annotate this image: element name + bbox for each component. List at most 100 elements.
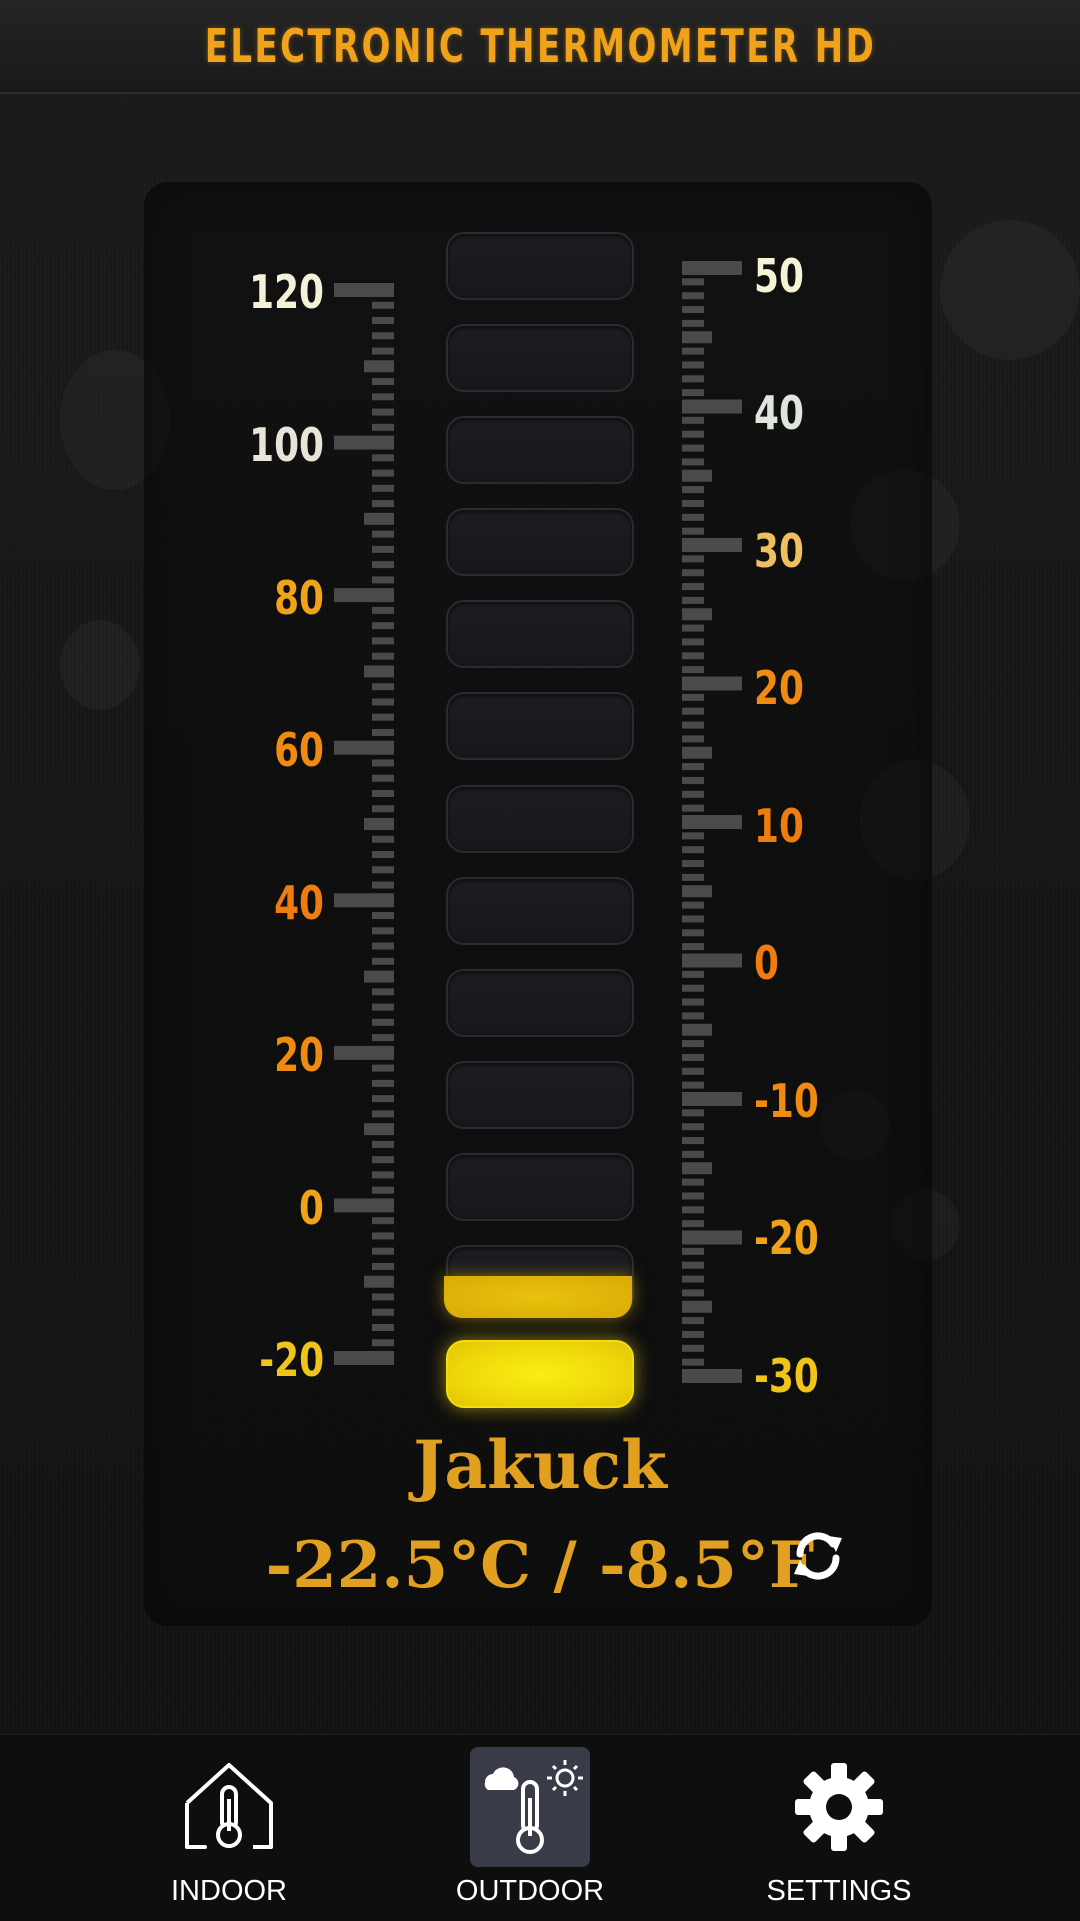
celsius-label-50: 50 [754, 249, 804, 303]
celsius-label-20: 20 [754, 661, 804, 715]
celsius-label-minus20: -20 [754, 1211, 819, 1265]
fahrenheit-tick [372, 378, 394, 386]
fahrenheit-tick [372, 317, 394, 325]
fahrenheit-tick [372, 927, 394, 935]
celsius-tick [682, 1230, 742, 1245]
celsius-tick [682, 469, 712, 482]
celsius-tick [682, 1261, 704, 1269]
celsius-tick [682, 583, 704, 591]
celsius-tick [682, 735, 704, 743]
fahrenheit-tick [334, 1045, 394, 1060]
fahrenheit-tick [372, 1171, 394, 1179]
celsius-tick [682, 1081, 704, 1089]
thermo-segment [446, 785, 634, 853]
fahrenheit-tick [372, 698, 394, 706]
celsius-tick [682, 693, 704, 701]
refresh-icon[interactable] [790, 1528, 846, 1584]
celsius-tick [682, 846, 704, 854]
celsius-tick [682, 1067, 704, 1075]
celsius-tick [682, 444, 704, 452]
celsius-tick [682, 970, 704, 978]
celsius-tick [682, 361, 704, 369]
fahrenheit-tick [372, 1217, 394, 1225]
fahrenheit-label-80: 80 [274, 571, 324, 625]
fahrenheit-tick [334, 893, 394, 908]
fahrenheit-tick [372, 683, 394, 691]
fahrenheit-tick [334, 435, 394, 450]
celsius-tick [682, 278, 704, 286]
fahrenheit-tick [372, 957, 394, 965]
celsius-tick [682, 998, 704, 1006]
fahrenheit-tick [364, 970, 394, 983]
celsius-tick [682, 707, 704, 715]
fahrenheit-tick [372, 789, 394, 797]
fahrenheit-tick [372, 347, 394, 355]
celsius-tick [682, 676, 742, 691]
celsius-tick [682, 1289, 704, 1297]
celsius-tick [682, 1137, 704, 1145]
fahrenheit-tick [372, 851, 394, 859]
thermo-segment-partial-fill [444, 1276, 632, 1318]
fahrenheit-label-100: 100 [249, 418, 324, 472]
celsius-tick [682, 1053, 704, 1061]
celsius-tick [682, 915, 704, 923]
fahrenheit-tick [334, 1351, 394, 1365]
celsius-tick [682, 569, 704, 577]
house-thermometer-icon [185, 1763, 273, 1849]
fahrenheit-tick [372, 1293, 394, 1301]
celsius-label-10: 10 [754, 799, 804, 853]
fahrenheit-tick [372, 728, 394, 736]
fahrenheit-tick [364, 1275, 394, 1288]
fahrenheit-tick [372, 866, 394, 874]
fahrenheit-tick [372, 1140, 394, 1148]
thermo-segment [446, 1153, 634, 1221]
nav-settings[interactable]: SETTINGS [729, 1735, 949, 1921]
fahrenheit-tick [334, 1198, 394, 1213]
celsius-tick [682, 1358, 704, 1366]
celsius-tick [682, 638, 704, 646]
fahrenheit-tick [372, 759, 394, 767]
thermo-segment [446, 324, 634, 392]
celsius-tick [682, 458, 704, 466]
celsius-tick [682, 1092, 742, 1106]
fahrenheit-tick [372, 1079, 394, 1087]
fahrenheit-tick [372, 1156, 394, 1164]
celsius-tick [682, 984, 704, 992]
fahrenheit-tick [372, 545, 394, 553]
celsius-tick [682, 763, 704, 771]
fahrenheit-tick [372, 1018, 394, 1026]
fahrenheit-tick [364, 360, 394, 373]
celsius-tick [682, 261, 742, 275]
fahrenheit-tick [372, 1339, 394, 1347]
fahrenheit-label-20: 20 [274, 1028, 324, 1082]
celsius-tick [682, 292, 704, 300]
fahrenheit-label-60: 60 [274, 723, 324, 777]
indoor-icon-box [169, 1747, 289, 1867]
fahrenheit-tick [334, 283, 394, 297]
thermo-segment [446, 600, 634, 668]
fahrenheit-label-120: 120 [249, 265, 324, 319]
nav-indoor-label: INDOOR [171, 1875, 287, 1907]
fahrenheit-tick [372, 835, 394, 843]
nav-indoor[interactable]: INDOOR [119, 1735, 339, 1921]
celsius-tick [682, 624, 704, 632]
celsius-tick [682, 832, 704, 840]
fahrenheit-tick [372, 713, 394, 721]
celsius-tick [682, 430, 704, 438]
fahrenheit-tick [372, 1232, 394, 1240]
thermo-segment [446, 508, 634, 576]
fahrenheit-tick [372, 1262, 394, 1270]
fahrenheit-tick [372, 561, 394, 569]
celsius-label-minus10: -10 [754, 1074, 819, 1128]
celsius-tick [682, 527, 704, 535]
thermo-segment [446, 416, 634, 484]
celsius-label-30: 30 [754, 524, 804, 578]
fahrenheit-label-40: 40 [274, 876, 324, 930]
fahrenheit-tick [372, 912, 394, 920]
temperature-reading: -22.5°C / -8.5°F [265, 1527, 815, 1603]
fahrenheit-tick [364, 512, 394, 525]
celsius-tick [682, 1369, 742, 1383]
nav-outdoor[interactable]: OUTDOOR [420, 1735, 640, 1921]
settings-icon-box [779, 1747, 899, 1867]
location-name: Jakuck [413, 1426, 667, 1504]
